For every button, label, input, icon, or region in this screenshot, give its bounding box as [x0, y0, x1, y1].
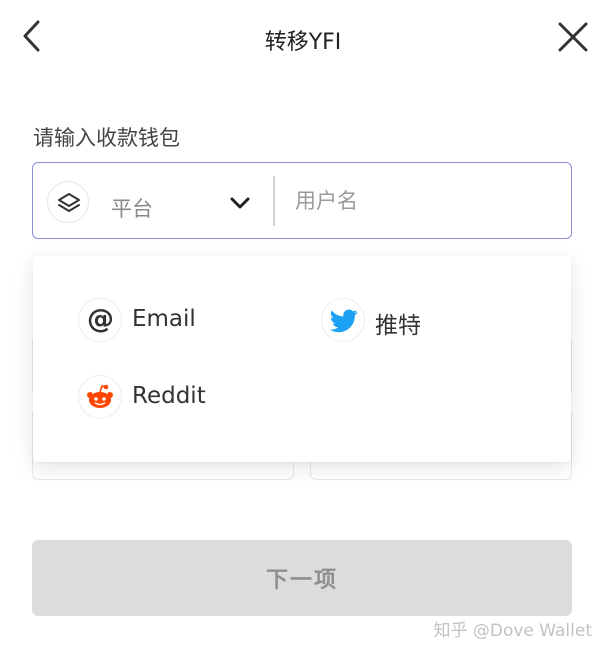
reddit-icon [87, 384, 113, 408]
close-icon [558, 22, 588, 52]
reddit-icon-circle [78, 375, 122, 419]
option-reddit[interactable]: Reddit [78, 375, 298, 423]
platform-icon-circle [47, 181, 89, 223]
option-label: Email [132, 306, 196, 332]
username-input[interactable] [283, 163, 569, 238]
option-twitter[interactable]: 推特 [321, 298, 521, 346]
option-label: 推特 [375, 313, 421, 339]
layers-icon [58, 193, 80, 212]
wallet-label: 请输入收款钱包 [33, 126, 180, 150]
watermark: 知乎 @Dove Wallet [433, 621, 592, 641]
twitter-icon-circle [321, 298, 365, 342]
page-title: 转移YFI [264, 30, 342, 55]
wallet-input-group: 平台 [32, 162, 572, 239]
option-label: Reddit [132, 383, 206, 409]
platform-selected: 平台 [111, 197, 153, 221]
email-icon-circle: @ [78, 298, 122, 342]
platform-dropdown: @ Email 推特 Reddit [33, 256, 571, 462]
twitter-icon [330, 309, 358, 333]
option-email[interactable]: @ Email [78, 298, 298, 346]
header: 转移YFI [0, 0, 606, 76]
next-button[interactable]: 下一项 [32, 540, 572, 616]
at-icon: @ [87, 304, 114, 335]
chevron-down-icon [230, 197, 250, 209]
close-button[interactable] [554, 18, 592, 56]
input-divider [273, 176, 275, 226]
platform-select[interactable]: 平台 [33, 163, 273, 238]
